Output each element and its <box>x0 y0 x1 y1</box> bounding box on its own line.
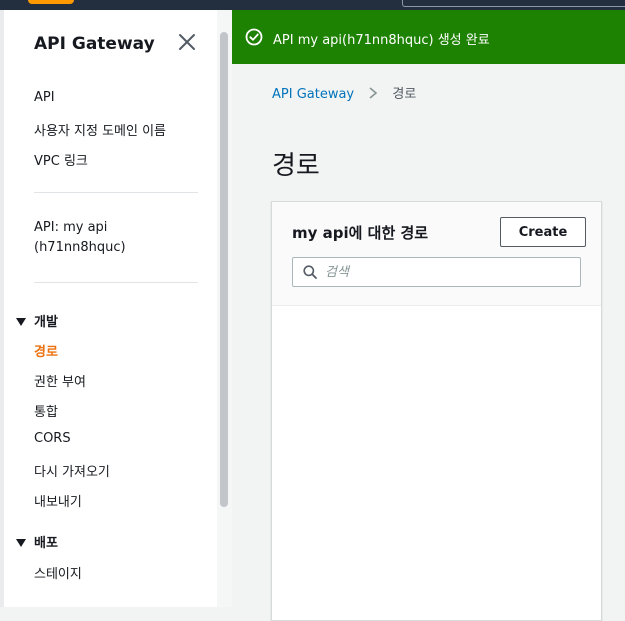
sidebar-section-deploy-label: 배포 <box>34 536 58 551</box>
page-title: 경로 <box>272 151 320 181</box>
sidebar-scrollbar[interactable] <box>217 10 232 607</box>
sidebar-item-stages[interactable]: 스테이지 <box>34 563 82 582</box>
sidebar-api-name-line1[interactable]: API: my api <box>34 220 107 235</box>
sidebar-section-deploy[interactable]: 배포 <box>16 532 58 551</box>
sidebar-section-develop-label: 개발 <box>34 315 58 330</box>
check-circle-icon <box>245 28 263 46</box>
sidebar-item-cors[interactable]: CORS <box>34 431 71 446</box>
breadcrumb: API Gateway 경로 <box>272 83 416 102</box>
routes-panel: my api에 대한 경로 Create <box>271 201 602 621</box>
sidebar-item-integrations[interactable]: 통합 <box>34 401 58 420</box>
sidebar-divider <box>34 192 198 193</box>
sidebar-item-reimport[interactable]: 다시 가져오기 <box>34 461 110 480</box>
flash-message: API my api(h71nn8hquc) 생성 완료 <box>273 33 490 48</box>
routes-panel-title: my api에 대한 경로 <box>292 224 429 242</box>
main-content: API my api(h71nn8hquc) 생성 완료 API Gateway… <box>232 10 625 621</box>
aws-logo-fragment <box>28 0 74 4</box>
sidebar-api-name-line2[interactable]: (h71nn8hquc) <box>34 240 126 255</box>
global-search-box-fragment[interactable] <box>402 0 625 7</box>
search-field[interactable] <box>292 257 581 287</box>
sidebar-item-export[interactable]: 내보내기 <box>34 491 82 510</box>
create-button[interactable]: Create <box>500 217 586 247</box>
sidebar-item-authorization[interactable]: 권한 부여 <box>34 371 86 390</box>
chevron-right-icon <box>369 87 378 99</box>
breadcrumb-current: 경로 <box>392 87 417 102</box>
sidebar-item-custom-domains[interactable]: 사용자 지정 도메인 이름 <box>34 120 166 139</box>
sidebar-title: API Gateway <box>34 34 155 54</box>
sidebar-section-develop[interactable]: 개발 <box>16 311 58 330</box>
sidebar-edge <box>0 10 4 607</box>
sidebar-item-routes[interactable]: 경로 <box>34 341 58 360</box>
caret-down-icon <box>16 538 26 547</box>
search-icon <box>303 265 317 279</box>
close-icon[interactable] <box>176 31 198 53</box>
breadcrumb-api-gateway[interactable]: API Gateway <box>272 87 354 102</box>
sidebar-scrollbar-thumb[interactable] <box>220 32 228 507</box>
top-navigation-bar <box>0 0 625 10</box>
sidebar: API Gateway API 사용자 지정 도메인 이름 VPC 링크 API… <box>0 10 232 607</box>
search-input[interactable] <box>325 262 575 282</box>
sidebar-item-api[interactable]: API <box>34 90 55 105</box>
success-flashbar: API my api(h71nn8hquc) 생성 완료 <box>232 10 625 64</box>
caret-down-icon <box>16 317 26 326</box>
sidebar-item-vpc-links[interactable]: VPC 링크 <box>34 150 88 169</box>
routes-panel-header: my api에 대한 경로 Create <box>272 202 601 306</box>
sidebar-divider <box>34 282 198 283</box>
